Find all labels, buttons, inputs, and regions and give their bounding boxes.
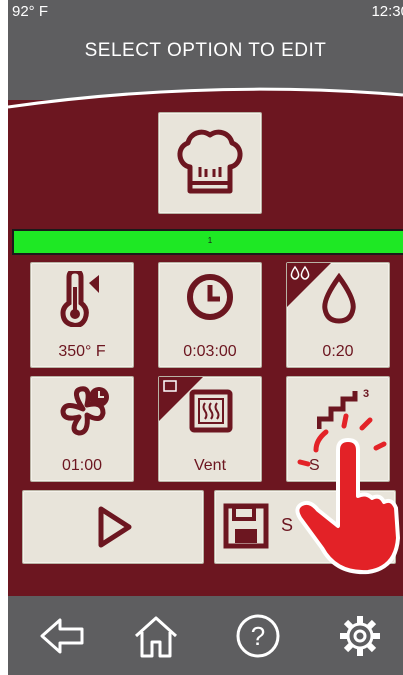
fan-timer-option[interactable]: 01:00	[30, 376, 134, 482]
water-drops-small-icon	[290, 265, 310, 280]
save-disk-icon	[223, 503, 269, 549]
vent-option[interactable]: Vent	[158, 376, 262, 482]
svg-text:3: 3	[363, 388, 369, 400]
settings-gear-icon[interactable]	[336, 612, 384, 660]
chef-hat-icon	[177, 129, 243, 194]
cook-time-value: 0:03:00	[183, 343, 237, 360]
start-button[interactable]	[22, 490, 204, 564]
recipe-icon-button[interactable]	[158, 112, 262, 214]
thermometer-icon	[60, 271, 99, 327]
water-drop-icon	[322, 273, 356, 324]
progress-bar: 1	[12, 229, 403, 255]
bottom-navigation: ?	[8, 596, 403, 675]
fan-clock-icon	[60, 386, 109, 436]
play-icon	[98, 506, 132, 548]
oven-vent-icon	[189, 389, 233, 433]
svg-text:?: ?	[251, 621, 265, 651]
vent-value: Vent	[193, 457, 227, 474]
humidity-value: 0:20	[322, 343, 354, 360]
oven-small-icon	[163, 380, 177, 392]
temperature-value: 350° F	[58, 343, 106, 360]
tap-hand-icon	[295, 413, 400, 575]
humidity-option[interactable]: 0:20	[286, 262, 390, 368]
fan-timer-value: 01:00	[61, 457, 103, 474]
temperature-option[interactable]: 350° F	[30, 262, 134, 368]
cook-time-option[interactable]: 0:03:00	[158, 262, 262, 368]
back-arrow-icon[interactable]	[38, 612, 86, 660]
help-icon[interactable]: ?	[234, 612, 282, 660]
status-bar: 92° F 12:30	[8, 0, 403, 22]
clock-icon	[187, 274, 233, 320]
progress-label: 1	[207, 236, 213, 245]
page-title: SELECT OPTION TO EDIT	[84, 40, 327, 61]
status-temperature: 92° F	[12, 3, 49, 20]
oven-screen: 92° F 12:30 SELECT OPTION TO EDIT 1 350°…	[8, 0, 403, 675]
status-time: 12:30	[371, 3, 403, 20]
home-icon[interactable]	[132, 612, 180, 660]
